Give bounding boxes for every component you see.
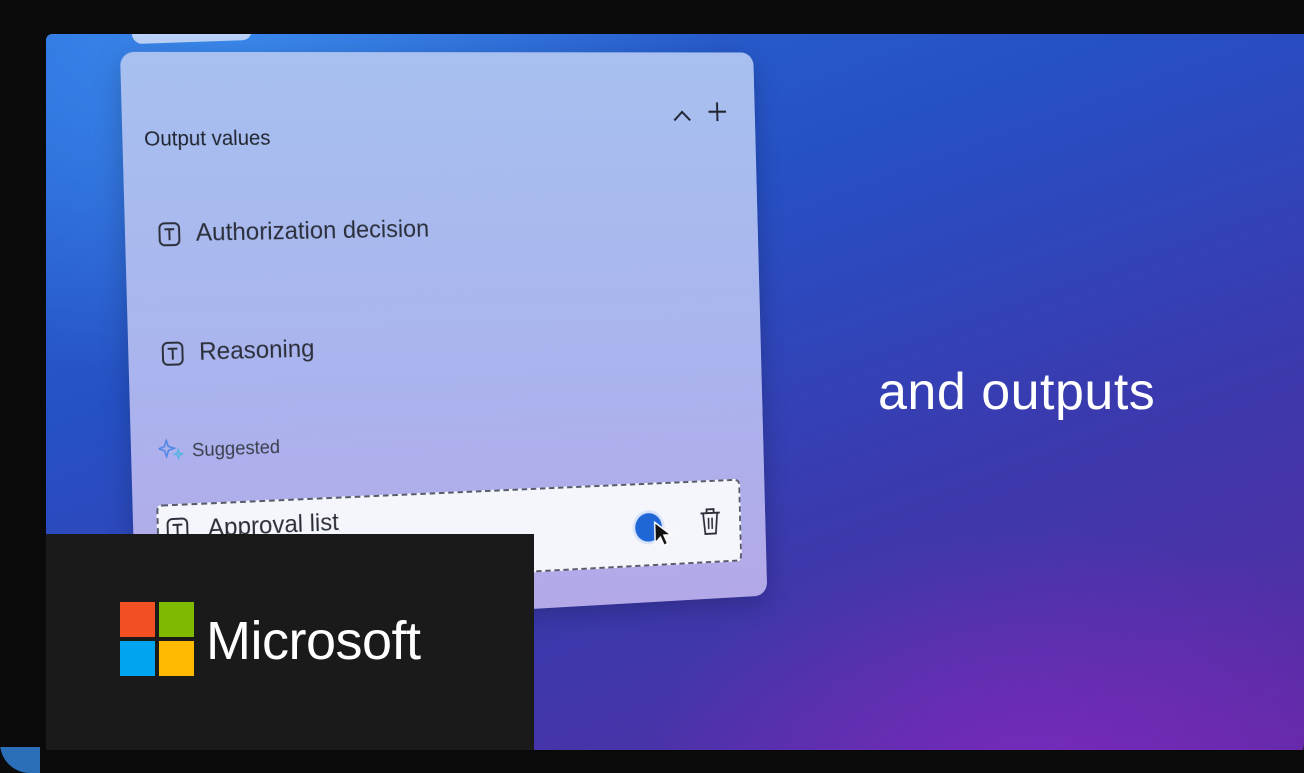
mouse-cursor-icon	[653, 519, 679, 549]
sparkle-icon	[158, 438, 184, 466]
suggested-label: Suggested	[191, 436, 281, 461]
text-field-icon	[161, 340, 184, 366]
field-row-authorization-decision[interactable]: Authorization decision	[158, 215, 429, 248]
text-field-icon	[158, 221, 181, 246]
field-label: Reasoning	[198, 334, 315, 366]
microsoft-logo-icon	[120, 602, 194, 676]
suggested-header: Suggested	[158, 434, 280, 466]
trash-icon[interactable]	[699, 506, 723, 537]
chevron-up-icon[interactable]	[672, 100, 692, 128]
background-panel-edge	[131, 34, 253, 45]
card-title: Output values	[143, 126, 271, 151]
microsoft-brand-box: Microsoft	[46, 534, 534, 750]
logo-square-blue	[120, 641, 155, 676]
microsoft-wordmark: Microsoft	[206, 611, 421, 671]
logo-square-red	[120, 602, 155, 637]
logo-square-yellow	[159, 641, 194, 676]
corner-accent	[0, 747, 40, 773]
field-row-reasoning[interactable]: Reasoning	[161, 334, 315, 368]
card-actions	[672, 99, 727, 128]
headline-text: and outputs	[878, 363, 1156, 421]
logo-square-green	[159, 602, 194, 637]
video-frame: Output values Authorization decision Rea…	[0, 0, 1304, 773]
field-label: Authorization decision	[195, 215, 430, 247]
plus-icon[interactable]	[707, 99, 727, 127]
